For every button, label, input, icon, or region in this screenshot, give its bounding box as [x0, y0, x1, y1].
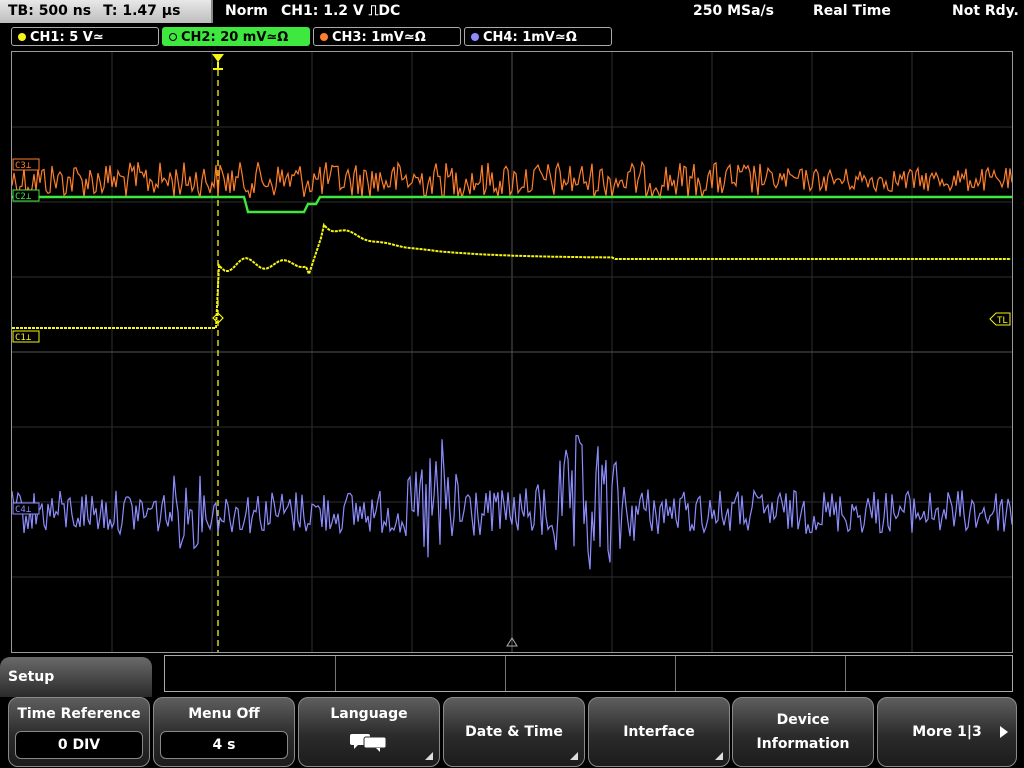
timebase-label: TB: 500 ns — [8, 3, 92, 19]
acquisition-status: Norm CH1: 1.2 V ⎍DC 250 MSa/s Real Time … — [215, 0, 1024, 23]
softkey-row: Time Reference 0 DIV Menu Off 4 s Langua… — [0, 695, 1024, 768]
channel-4-color-icon — [471, 33, 479, 41]
trigger-level-marker[interactable]: TL — [989, 312, 1011, 326]
time-reference-softkey[interactable]: Time Reference 0 DIV — [8, 697, 150, 767]
sample-rate: 250 MSa/s — [693, 3, 775, 19]
channel-4-marker[interactable]: C4⊥ — [12, 502, 40, 515]
menu-title-tab: Setup — [0, 657, 152, 697]
waveform-canvas: C3⊥ C2⊥ C1⊥ C4⊥ TL — [12, 52, 1012, 652]
acquisition-mode: Real Time — [813, 3, 891, 19]
date-time-label: Date & Time — [465, 724, 563, 740]
channel-2-tab[interactable]: CH2: 20 mV≃Ω — [162, 27, 310, 46]
menu-area: Setup Time Reference 0 DIV Menu Off 4 s … — [0, 655, 1024, 768]
channel-2-label: CH2: 20 mV≃Ω — [181, 30, 289, 45]
language-label: Language — [330, 706, 408, 722]
channel-4-label: CH4: 1mV≃Ω — [483, 30, 577, 45]
channel-2-marker-label: C2⊥ — [15, 192, 32, 202]
time-reference-label: Time Reference — [17, 706, 141, 722]
channel-3-marker[interactable]: C3⊥ — [12, 158, 40, 171]
speech-bubbles-icon — [350, 734, 387, 752]
more-softkey[interactable]: More 1|3 — [877, 697, 1017, 767]
trigger-time-label: T: 1.47 µs — [103, 3, 181, 19]
channel-1-label: CH1: 5 V≃ — [30, 30, 104, 45]
channel-1-color-icon — [18, 33, 26, 41]
device-information-label-line2: Information — [756, 736, 850, 752]
channel-3-marker-label: C3⊥ — [15, 161, 32, 171]
channel-1-marker[interactable]: C1⊥ — [12, 330, 40, 343]
channel-2-color-icon — [169, 33, 177, 41]
channel-tabs: CH1: 5 V≃ CH2: 20 mV≃Ω CH3: 1mV≃Ω CH4: 1… — [0, 25, 1024, 49]
trigger-mode[interactable]: Norm — [225, 0, 268, 23]
language-softkey[interactable]: Language — [298, 697, 440, 767]
waveform-display[interactable]: C3⊥ C2⊥ C1⊥ C4⊥ TL — [11, 51, 1013, 653]
device-information-label-line1: Device — [776, 712, 830, 728]
info-cell — [165, 656, 336, 691]
time-reference-value: 0 DIV — [15, 731, 143, 759]
menu-off-label: Menu Off — [188, 706, 260, 722]
channel-3-color-icon — [320, 33, 328, 41]
arrow-right-icon — [1000, 726, 1008, 738]
info-cell — [335, 656, 506, 691]
channel-3-label: CH3: 1mV≃Ω — [332, 30, 426, 45]
top-status-bar: TB: 500 ns T: 1.47 µs Norm CH1: 1.2 V ⎍DC… — [0, 0, 1024, 24]
info-cell — [675, 656, 846, 691]
channel-2-marker[interactable]: C2⊥ — [12, 189, 40, 202]
date-time-softkey[interactable]: Date & Time — [443, 697, 585, 767]
timebase-box[interactable]: TB: 500 ns T: 1.47 µs — [0, 0, 213, 23]
submenu-indicator-icon — [715, 752, 723, 760]
run-status: Not Rdy. — [952, 3, 1019, 19]
graticule — [12, 52, 1012, 652]
menu-off-value: 4 s — [160, 731, 288, 759]
channel-3-tab[interactable]: CH3: 1mV≃Ω — [313, 27, 461, 46]
trigger-level-label: TL — [997, 316, 1008, 326]
channel-1-tab[interactable]: CH1: 5 V≃ — [11, 27, 159, 46]
submenu-indicator-icon — [425, 752, 433, 760]
menu-off-softkey[interactable]: Menu Off 4 s — [153, 697, 295, 767]
channel-1-marker-label: C1⊥ — [15, 333, 32, 343]
interface-label: Interface — [623, 724, 695, 740]
submenu-indicator-icon — [570, 752, 578, 760]
info-bar — [164, 655, 1013, 692]
channel-4-marker-label: C4⊥ — [15, 505, 32, 515]
info-cell — [505, 656, 676, 691]
menu-title: Setup — [8, 669, 55, 685]
interface-softkey[interactable]: Interface — [588, 697, 730, 767]
channel-4-tab[interactable]: CH4: 1mV≃Ω — [464, 27, 612, 46]
more-label: More 1|3 — [912, 724, 982, 740]
trigger-info[interactable]: CH1: 1.2 V ⎍DC — [281, 0, 400, 23]
device-information-softkey[interactable]: Device Information — [732, 697, 874, 767]
trigger-position-icon[interactable] — [212, 54, 224, 70]
